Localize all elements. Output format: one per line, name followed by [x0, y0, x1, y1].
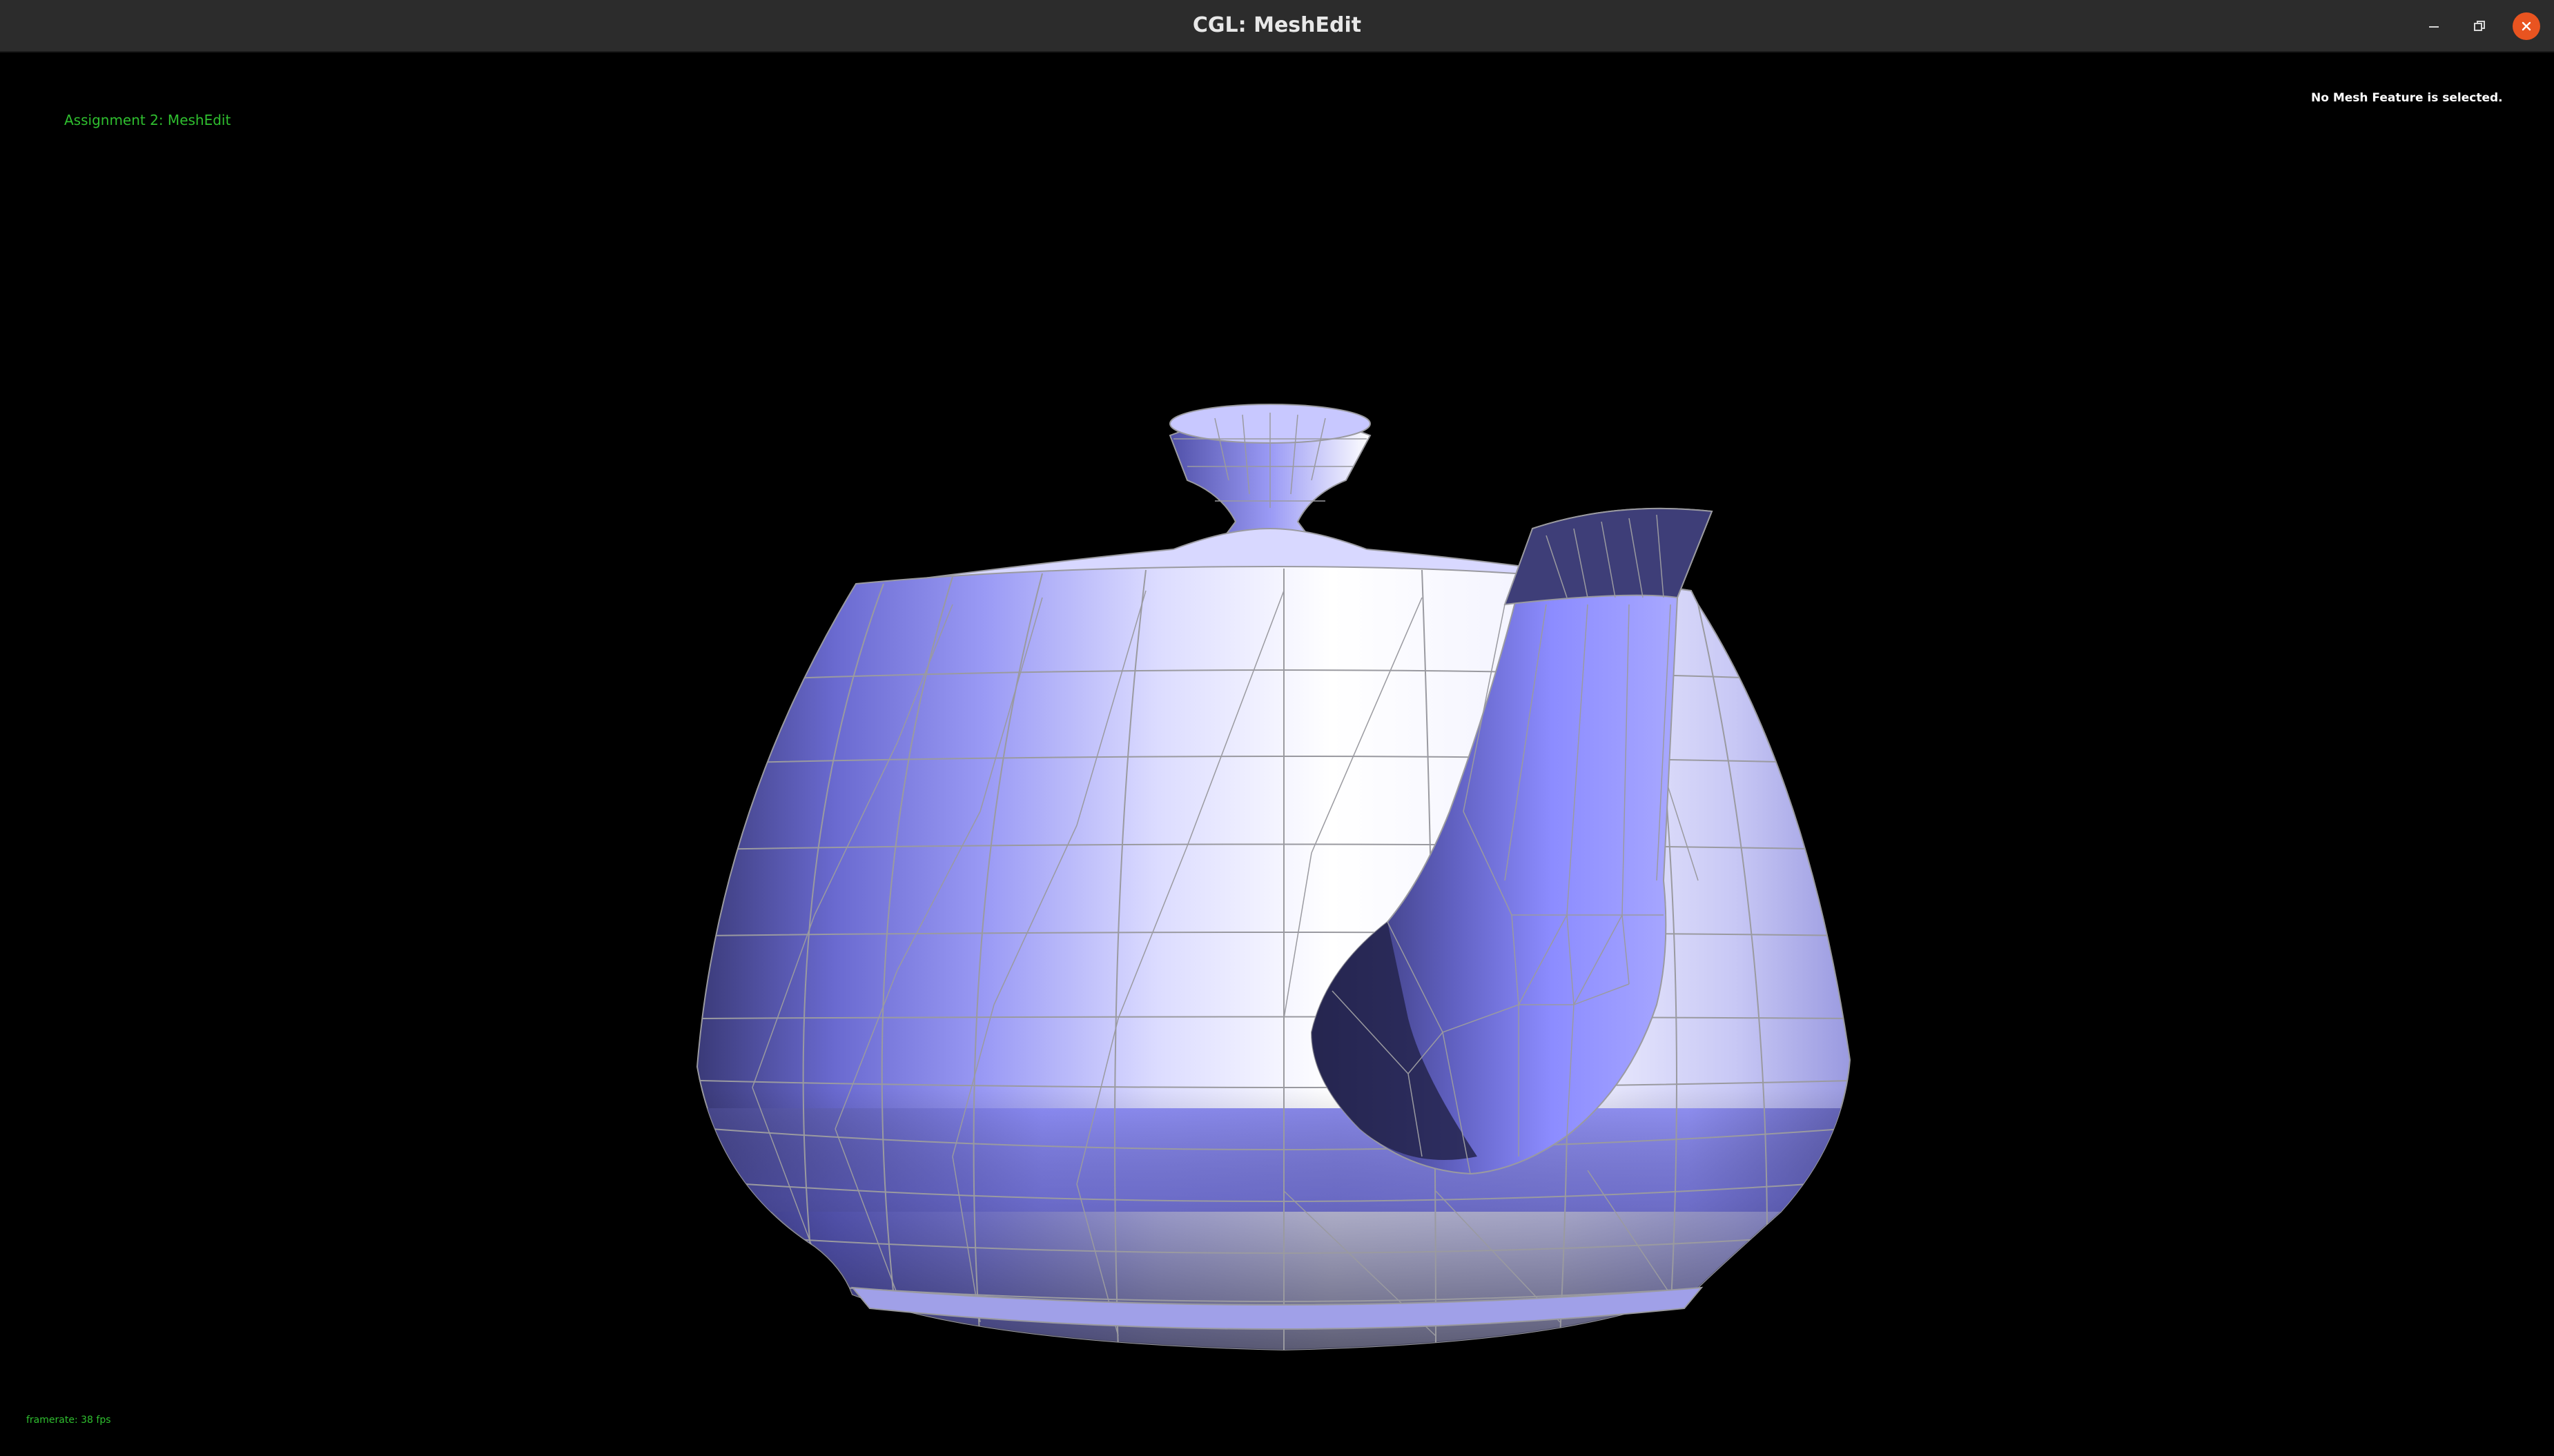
close-button[interactable] [2513, 12, 2540, 40]
render-viewport[interactable]: Assignment 2: MeshEdit No Mesh Feature i… [0, 52, 2554, 1456]
window-titlebar[interactable]: CGL: MeshEdit [0, 0, 2554, 52]
window-title: CGL: MeshEdit [1192, 13, 1362, 37]
framerate-readout: framerate: 38 fps [26, 1415, 111, 1426]
teapot-knob [1169, 404, 1372, 536]
minimize-button[interactable] [2420, 12, 2448, 40]
minimize-icon [2429, 26, 2439, 28]
assignment-label: Assignment 2: MeshEdit [64, 112, 231, 128]
teapot-body [696, 565, 1851, 1351]
restore-button[interactable] [2466, 12, 2493, 40]
restore-icon [2474, 21, 2485, 31]
close-icon [2522, 21, 2531, 31]
teapot-mesh[interactable] [0, 52, 2554, 1456]
selection-status: No Mesh Feature is selected. [2311, 91, 2503, 105]
